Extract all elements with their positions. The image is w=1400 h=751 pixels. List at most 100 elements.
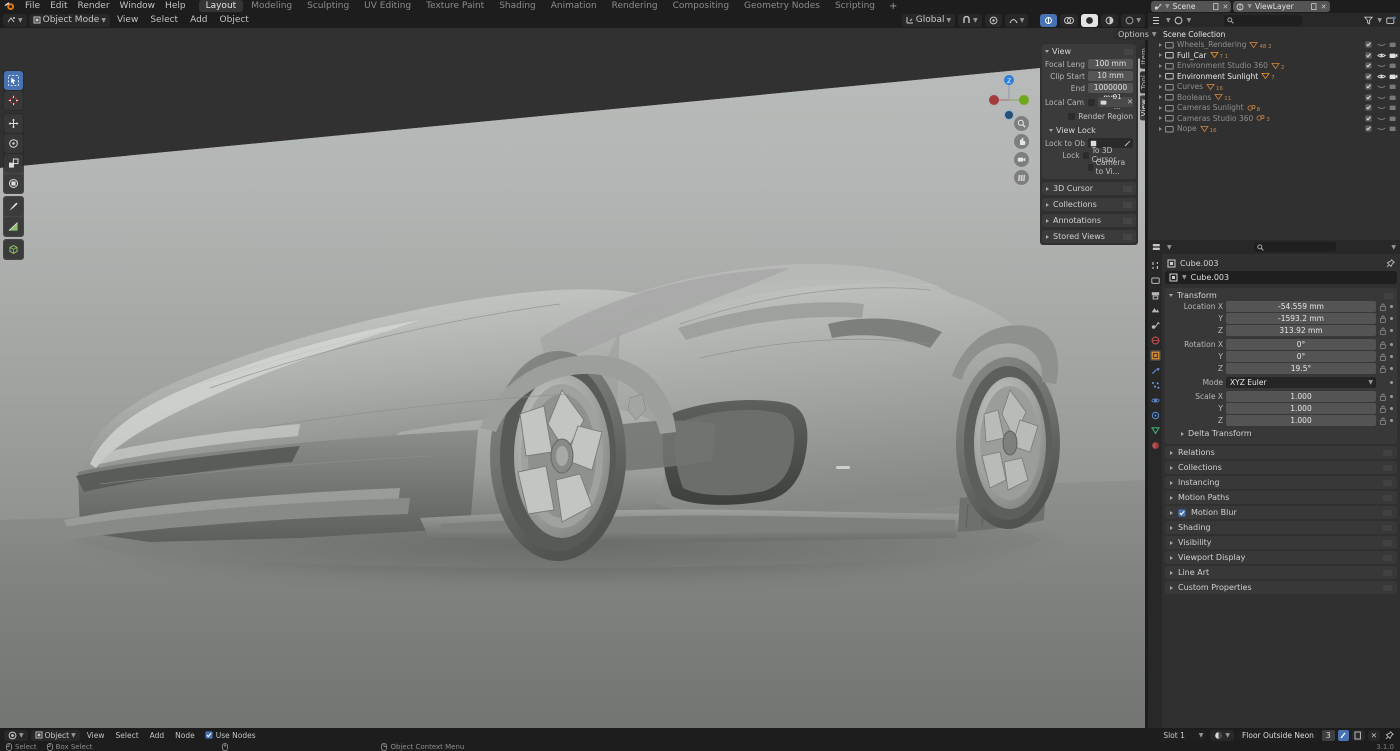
properties-panel-shading[interactable]: Shading	[1165, 521, 1397, 534]
properties-panel-line-art[interactable]: Line Art	[1165, 566, 1397, 579]
outliner-filter-type-icon[interactable]	[1174, 16, 1184, 25]
shading-rendered-button[interactable]: ▼	[1121, 14, 1145, 27]
viewport-3d[interactable]: Z Item Tool View	[0, 28, 1145, 728]
properties-tab-view-layer[interactable]	[1150, 305, 1161, 316]
workspace-tab-compositing[interactable]: Compositing	[666, 0, 736, 12]
camera-view-button[interactable]	[1014, 152, 1029, 167]
hide-in-viewport-icon[interactable]	[1377, 62, 1384, 69]
properties-panel-motion-paths[interactable]: Motion Paths	[1165, 491, 1397, 504]
render-region-checkbox[interactable]	[1068, 113, 1075, 120]
checkbox-icon[interactable]	[1365, 73, 1372, 80]
scale-x-field[interactable]: 1.000	[1226, 391, 1376, 402]
pin-icon[interactable]	[1386, 259, 1395, 268]
clip-start-field[interactable]: 10 mm	[1088, 71, 1133, 81]
scene-selector[interactable]: ▼ Scene ✕	[1151, 1, 1231, 12]
pan-button[interactable]	[1014, 134, 1029, 149]
menu-file[interactable]: File	[20, 0, 45, 12]
animate-property-icon[interactable]	[1390, 355, 1393, 358]
hide-in-viewport-icon[interactable]	[1377, 94, 1384, 101]
checkbox-icon[interactable]	[1365, 52, 1372, 59]
workspace-tab-shading[interactable]: Shading	[492, 0, 543, 12]
disable-in-renders-icon[interactable]	[1389, 52, 1396, 59]
proportional-falloff-selector[interactable]: ▼	[1005, 14, 1029, 27]
clear-local-camera-icon[interactable]: ✕	[1127, 97, 1133, 107]
workspace-tab-animation[interactable]: Animation	[544, 0, 604, 12]
checkbox-icon[interactable]	[1365, 94, 1372, 101]
workspace-tab-uv-editing[interactable]: UV Editing	[357, 0, 418, 12]
animate-property-icon[interactable]	[1390, 395, 1393, 398]
hide-in-viewport-icon[interactable]	[1377, 104, 1384, 111]
properties-tab-material[interactable]	[1150, 440, 1161, 451]
properties-tab-scene[interactable]	[1150, 320, 1161, 331]
object-name-field[interactable]: ▼ Cube.003	[1165, 271, 1397, 284]
workspace-tab-sculpting[interactable]: Sculpting	[300, 0, 356, 12]
properties-panel-visibility[interactable]: Visibility	[1165, 536, 1397, 549]
location-y-field[interactable]: -1593.2 mm	[1226, 313, 1376, 324]
properties-panel-motion-blur[interactable]: Motion Blur	[1165, 506, 1397, 519]
material-users-count[interactable]: 3	[1322, 730, 1335, 741]
workspace-tab-texture-paint[interactable]: Texture Paint	[419, 0, 491, 12]
new-scene-icon[interactable]	[1213, 3, 1220, 11]
lock-icon[interactable]	[1379, 353, 1387, 361]
rotation-mode-dropdown[interactable]: XYZ Euler ▼	[1226, 377, 1376, 388]
navigation-gizmo[interactable]: Z	[988, 72, 1030, 120]
menu-window[interactable]: Window	[115, 0, 161, 12]
outliner-search-input[interactable]	[1224, 15, 1302, 26]
transform-panel-header[interactable]: Transform	[1169, 290, 1393, 301]
editor-type-icon[interactable]: ▼	[3, 14, 27, 27]
tool-add-cube[interactable]	[4, 240, 23, 259]
npanel-tab-item[interactable]: Item	[1140, 44, 1145, 69]
tool-select-box[interactable]	[4, 71, 23, 90]
animate-property-icon[interactable]	[1390, 317, 1393, 320]
npanel-section-stored-views[interactable]: Stored Views	[1042, 230, 1136, 243]
outliner-display-mode-icon[interactable]	[1152, 16, 1163, 25]
hide-in-viewport-icon[interactable]	[1377, 83, 1384, 90]
material-name-field[interactable]: Floor Outside Neon	[1237, 730, 1319, 741]
expand-arrow-icon[interactable]	[1159, 127, 1162, 131]
rotation-z-field[interactable]: 19.5°	[1226, 363, 1376, 374]
hide-in-viewport-icon[interactable]	[1377, 115, 1384, 122]
tool-transform[interactable]	[4, 174, 23, 193]
shading-solid-button[interactable]	[1081, 14, 1098, 27]
outliner-row-environment-sunlight[interactable]: Environment Sunlight 7	[1151, 71, 1400, 82]
tool-cursor[interactable]	[4, 91, 23, 110]
shader-editor-icon[interactable]: ▼	[4, 730, 28, 741]
viewport-menu-view[interactable]: View	[112, 15, 143, 25]
outliner-row-nope[interactable]: Nope 16	[1151, 124, 1400, 135]
disable-in-renders-icon[interactable]	[1389, 62, 1396, 69]
properties-tab-physics[interactable]	[1150, 395, 1161, 406]
npanel-view-header[interactable]: View	[1045, 46, 1133, 59]
tool-measure[interactable]	[4, 217, 23, 236]
npanel-section-collections[interactable]: Collections	[1042, 198, 1136, 211]
properties-panel-relations[interactable]: Relations	[1165, 446, 1397, 459]
location-z-field[interactable]: 313.92 mm	[1226, 325, 1376, 336]
animate-property-icon[interactable]	[1390, 407, 1393, 410]
hide-in-viewport-icon[interactable]	[1377, 52, 1384, 59]
properties-tab-render[interactable]	[1150, 275, 1161, 286]
animate-property-icon[interactable]	[1390, 343, 1393, 346]
viewport-options-button[interactable]: Options ▼	[1113, 29, 1162, 40]
expand-arrow-icon[interactable]	[1159, 116, 1162, 120]
toggle-orthographic-button[interactable]	[1014, 170, 1029, 185]
snap-icon[interactable]: ▼	[958, 14, 982, 27]
scale-y-field[interactable]: 1.000	[1226, 403, 1376, 414]
properties-tab-modifiers[interactable]	[1150, 365, 1161, 376]
delete-scene-icon[interactable]: ✕	[1223, 3, 1229, 11]
expand-arrow-icon[interactable]	[1159, 106, 1162, 110]
disable-in-renders-icon[interactable]	[1389, 73, 1396, 80]
view-lock-header[interactable]: View Lock	[1045, 125, 1133, 138]
shader-menu-view[interactable]: View	[83, 731, 109, 740]
expand-arrow-icon[interactable]	[1159, 85, 1162, 89]
use-nodes-checkbox[interactable]	[205, 731, 213, 739]
outliner-row-cameras-studio-360[interactable]: Cameras Studio 360 3	[1151, 113, 1400, 124]
shader-menu-select[interactable]: Select	[112, 731, 143, 740]
checkbox-icon[interactable]	[1365, 104, 1372, 111]
hide-in-viewport-icon[interactable]	[1377, 41, 1384, 48]
lock-icon[interactable]	[1379, 417, 1387, 425]
expand-arrow-icon[interactable]	[1159, 43, 1162, 47]
viewport-menu-select[interactable]: Select	[145, 15, 183, 25]
properties-panel-custom-properties[interactable]: Custom Properties	[1165, 581, 1397, 594]
proportional-edit-icon[interactable]	[985, 14, 1002, 27]
disable-in-renders-icon[interactable]	[1389, 83, 1396, 90]
npanel-section-annotations[interactable]: Annotations	[1042, 214, 1136, 227]
